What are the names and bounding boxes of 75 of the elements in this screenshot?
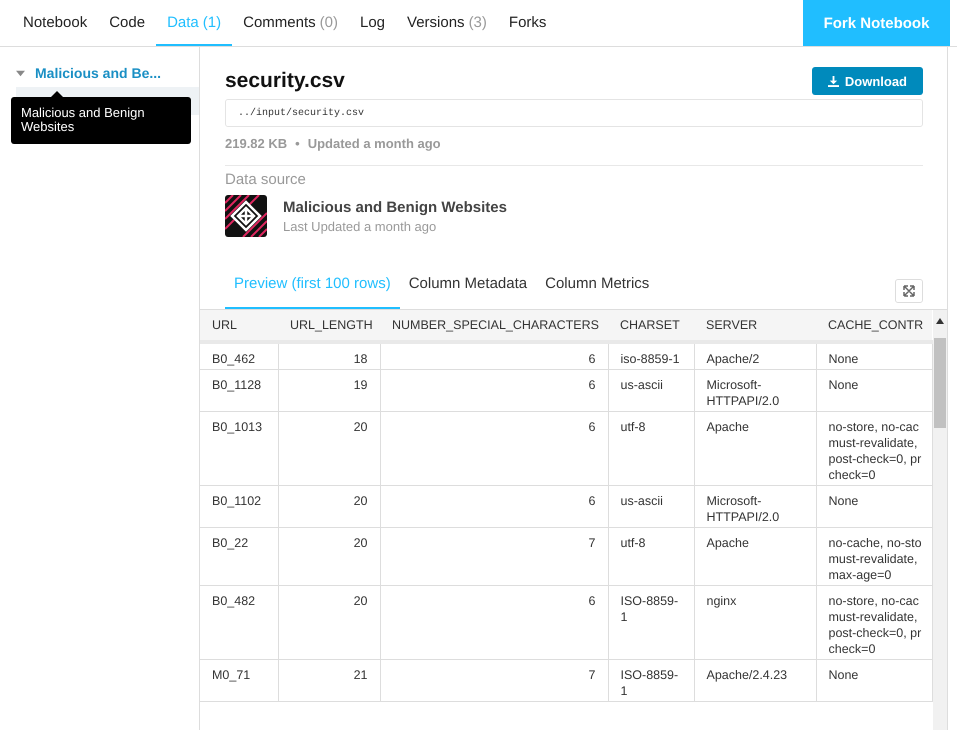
table-cell: M0_71 (200, 660, 278, 702)
scrollbar-thumb[interactable] (934, 338, 946, 428)
table-cell: ISO-8859-1 (608, 586, 694, 660)
table-cell: 7 (380, 528, 608, 586)
expand-button[interactable] (895, 279, 923, 303)
table-cell: no-cache, no-sto must-revalidate, max-age=0 (816, 528, 932, 586)
table-cell: Microsoft-HTTPAPI/2.0 (694, 370, 816, 412)
table-cell: no-store, no-cac must-revalidate, post-check=0, pr check=0 (816, 586, 932, 660)
updated-text: Updated a month ago (308, 136, 441, 151)
table-cell: us-ascii (608, 486, 694, 528)
table-cell: None (816, 342, 932, 370)
scroll-up-arrow-icon[interactable] (936, 318, 944, 324)
table-cell: Apache/2 (694, 342, 816, 370)
table-cell: B0_1128 (200, 370, 278, 412)
table-cell: 6 (380, 412, 608, 486)
table-cell: us-ascii (608, 370, 694, 412)
column-header[interactable]: URL (200, 310, 278, 342)
table-cell: Apache (694, 412, 816, 486)
table-cell: None (816, 660, 932, 702)
download-icon (828, 76, 839, 86)
file-title: security.csv (225, 69, 345, 93)
table-cell: B0_1013 (200, 412, 278, 486)
table-cell: utf-8 (608, 412, 694, 486)
section-heading: Data source (225, 171, 307, 188)
table-cell: 20 (278, 586, 380, 660)
table-cell: nginx (694, 586, 816, 660)
file-path-field[interactable]: ../input/security.csv (225, 99, 923, 127)
table-cell: Microsoft-HTTPAPI/2.0 (694, 486, 816, 528)
preview-tab[interactable]: Column Metrics (536, 275, 658, 309)
table-cell: 20 (278, 528, 380, 586)
dataset-title[interactable]: Malicious and Benign Websites (283, 198, 507, 216)
table-cell: 18 (278, 342, 380, 370)
table-cell: 6 (380, 342, 608, 370)
table-cell: Apache (694, 528, 816, 586)
table-cell: None (816, 370, 932, 412)
expand-icon (903, 285, 915, 297)
scrollbar[interactable] (933, 310, 947, 730)
table-cell: None (816, 486, 932, 528)
table-cell: iso-8859-1 (608, 342, 694, 370)
table-cell: B0_1102 (200, 486, 278, 528)
column-header[interactable]: URL_LENGTH (278, 310, 380, 342)
download-button[interactable]: Download (812, 67, 923, 95)
column-header[interactable]: NUMBER_SPECIAL_CHARACTERS (380, 310, 608, 342)
nav-tab[interactable]: Versions (3) (396, 0, 498, 46)
table-cell: B0_462 (200, 342, 278, 370)
table-cell: 6 (380, 486, 608, 528)
table-cell: B0_482 (200, 586, 278, 660)
nav-tab[interactable]: Comments (0) (232, 0, 349, 46)
nav-tab[interactable]: Notebook (12, 0, 98, 46)
table-cell: 20 (278, 412, 380, 486)
table-cell: utf-8 (608, 528, 694, 586)
nav-tab[interactable]: Code (98, 0, 156, 46)
dataset-thumbnail-icon[interactable] (225, 195, 267, 237)
column-header[interactable]: CACHE_CONTR (816, 310, 932, 342)
column-header[interactable]: SERVER (694, 310, 816, 342)
table-cell: ISO-8859-1 (608, 660, 694, 702)
dataset-subtitle: Last Updated a month ago (283, 218, 438, 234)
column-header[interactable]: CHARSET (608, 310, 694, 342)
tree-item[interactable]: Malicious and Be... (0, 63, 199, 83)
table-cell: 6 (380, 586, 608, 660)
caret-down-icon[interactable] (16, 68, 25, 78)
separator-dot: • (295, 136, 300, 151)
table-cell: 19 (278, 370, 380, 412)
table-cell: Apache/2.4.23 (694, 660, 816, 702)
table-cell: no-store, no-cac must-revalidate, post-check=0, pr check=0 (816, 412, 932, 486)
table-cell: 20 (278, 486, 380, 528)
preview-tab[interactable]: Column Metadata (400, 275, 536, 309)
file-size: 219.82 KB (225, 136, 288, 151)
table-cell: 21 (278, 660, 380, 702)
nav-tab[interactable]: Forks (498, 0, 558, 46)
table-cell: 6 (380, 370, 608, 412)
tooltip: Malicious and Benign Websites (11, 97, 191, 144)
nav-tab[interactable]: Log (348, 0, 396, 46)
table-cell: B0_22 (200, 528, 278, 586)
table-cell: 7 (380, 660, 608, 702)
